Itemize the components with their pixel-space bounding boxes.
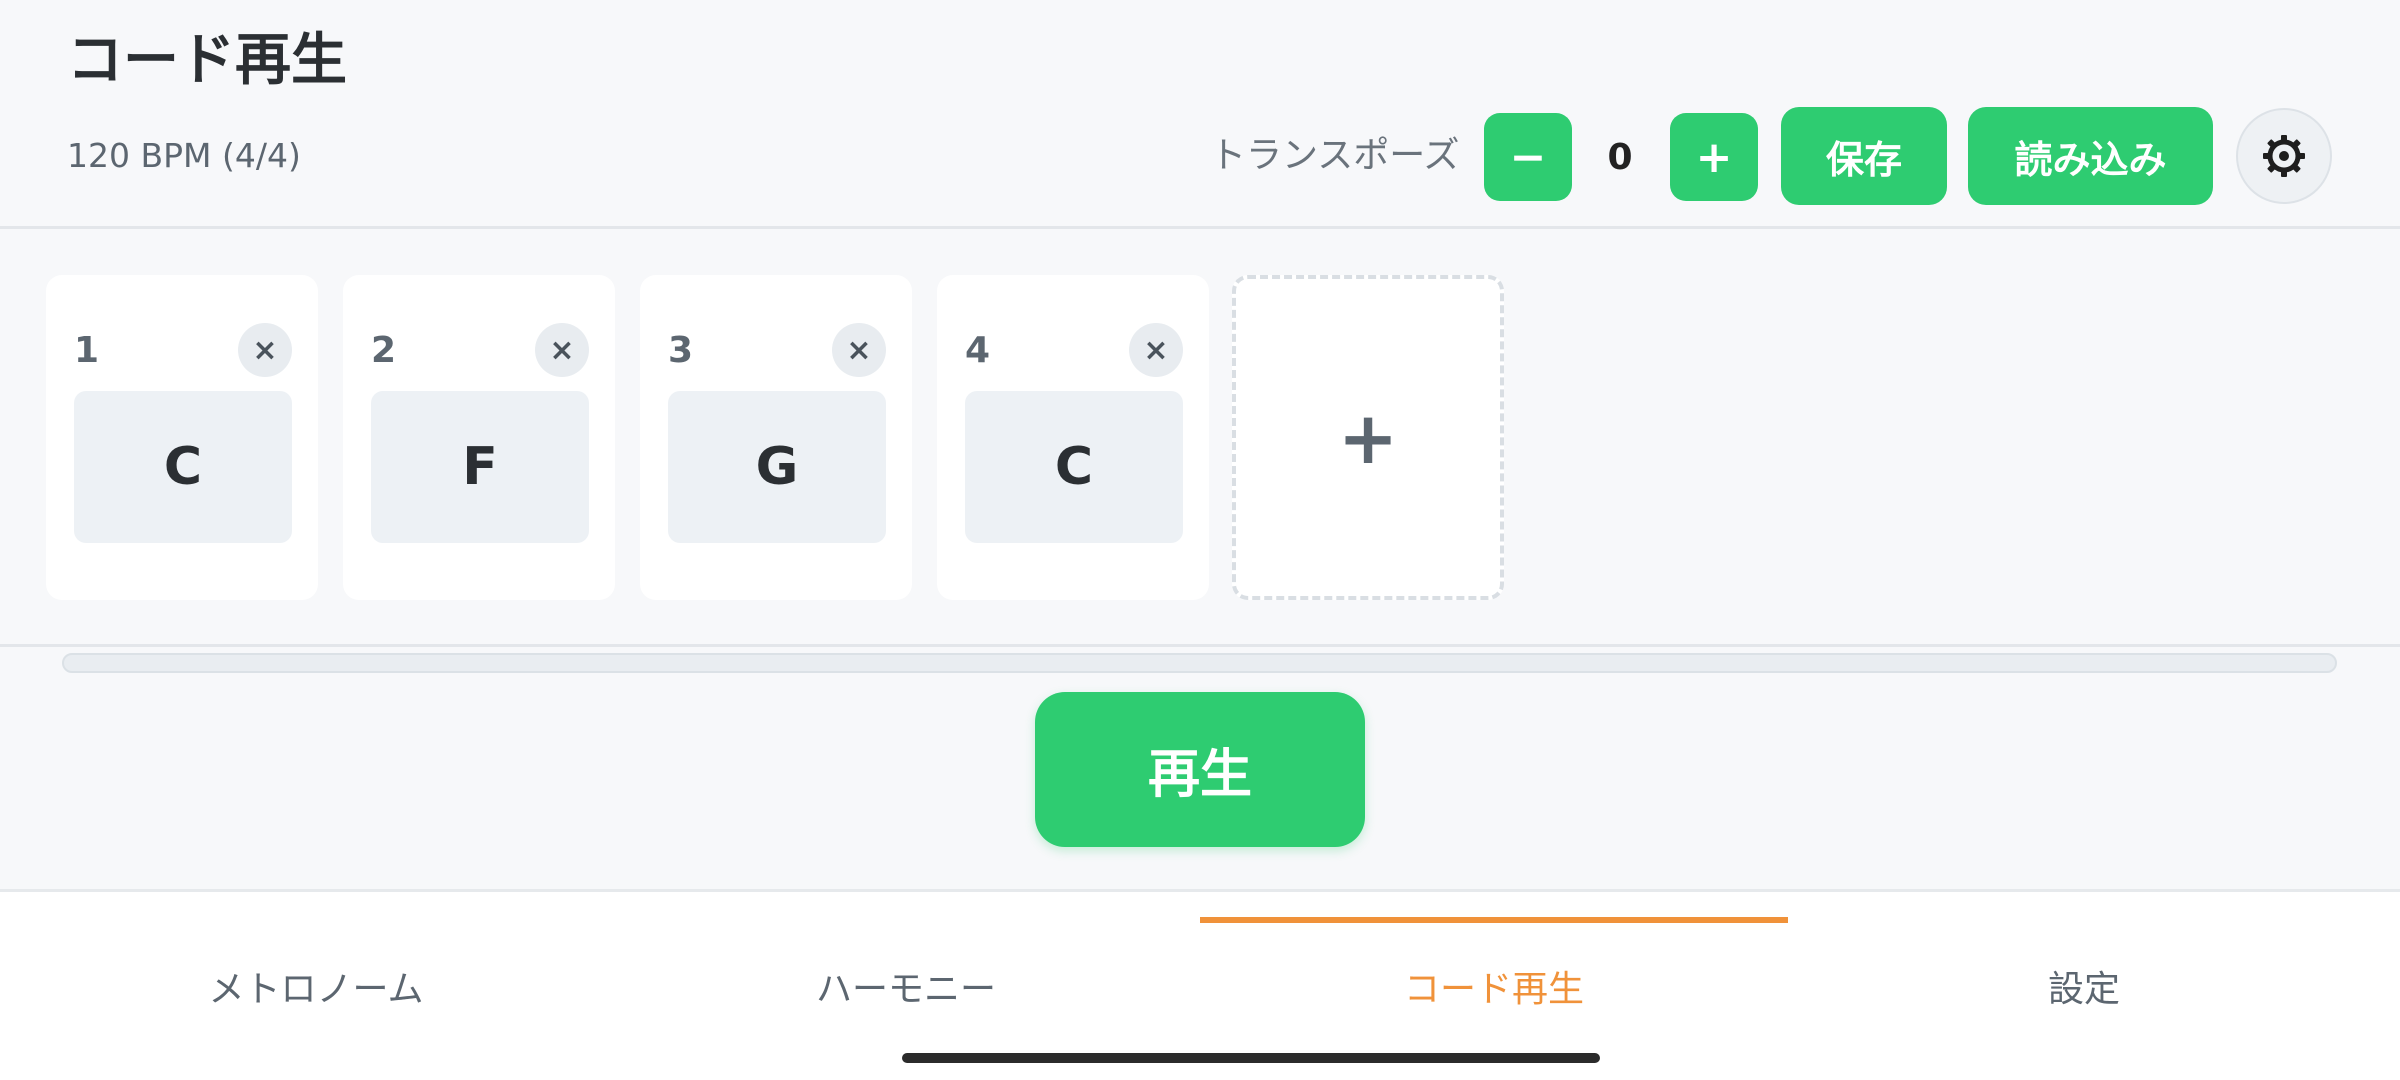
tab-label: 設定 [2047, 969, 2120, 1010]
home-indicator [902, 1053, 1600, 1063]
load-button[interactable]: 読み込み [1968, 107, 2213, 205]
chord-number: 3 [668, 330, 694, 371]
chord-card[interactable]: 1 × C [46, 275, 318, 600]
remove-chord-button[interactable]: × [1129, 323, 1183, 377]
tab-label: コード再生 [1403, 969, 1584, 1010]
page-title: コード再生 [67, 28, 347, 93]
chord-name[interactable]: C [965, 391, 1183, 543]
save-button[interactable]: 保存 [1781, 107, 1947, 205]
chord-number: 4 [965, 330, 991, 371]
bottom-tab-bar: メトロノーム ハーモニー コード再生 設定 [0, 889, 2400, 1080]
chord-progression: 1 × C 2 × F 3 × G 4 × C + [0, 229, 2400, 647]
gear-icon [2263, 135, 2305, 177]
tab-harmony[interactable]: ハーモニー [606, 892, 1206, 1080]
tab-label: メトロノーム [208, 969, 424, 1010]
tab-metronome[interactable]: メトロノーム [16, 892, 616, 1080]
chord-card[interactable]: 3 × G [640, 275, 912, 600]
chord-number: 1 [74, 330, 100, 371]
chord-number: 2 [371, 330, 397, 371]
remove-chord-button[interactable]: × [832, 323, 886, 377]
play-button[interactable]: 再生 [1035, 692, 1365, 847]
bpm-info: 120 BPM (4/4) [67, 136, 301, 175]
chord-name[interactable]: C [74, 391, 292, 543]
add-chord-button[interactable]: + [1232, 275, 1504, 600]
chord-name[interactable]: G [668, 391, 886, 543]
transpose-label: トランスポーズ [1210, 135, 1460, 176]
remove-chord-button[interactable]: × [535, 323, 589, 377]
settings-button[interactable] [2236, 108, 2332, 204]
tab-label: ハーモニー [815, 969, 996, 1010]
playback-progress-bar[interactable] [62, 653, 2337, 673]
transpose-up-button[interactable]: + [1670, 113, 1758, 201]
chord-card[interactable]: 4 × C [937, 275, 1209, 600]
tab-settings[interactable]: 設定 [1784, 892, 2384, 1080]
remove-chord-button[interactable]: × [238, 323, 292, 377]
chord-name[interactable]: F [371, 391, 589, 543]
app-header: コード再生 120 BPM (4/4) トランスポーズ − 0 + 保存 読み込… [0, 0, 2400, 229]
tab-chord-playback[interactable]: コード再生 [1194, 892, 1794, 1080]
transpose-value: 0 [1607, 136, 1633, 178]
transpose-down-button[interactable]: − [1484, 113, 1572, 201]
chord-card[interactable]: 2 × F [343, 275, 615, 600]
